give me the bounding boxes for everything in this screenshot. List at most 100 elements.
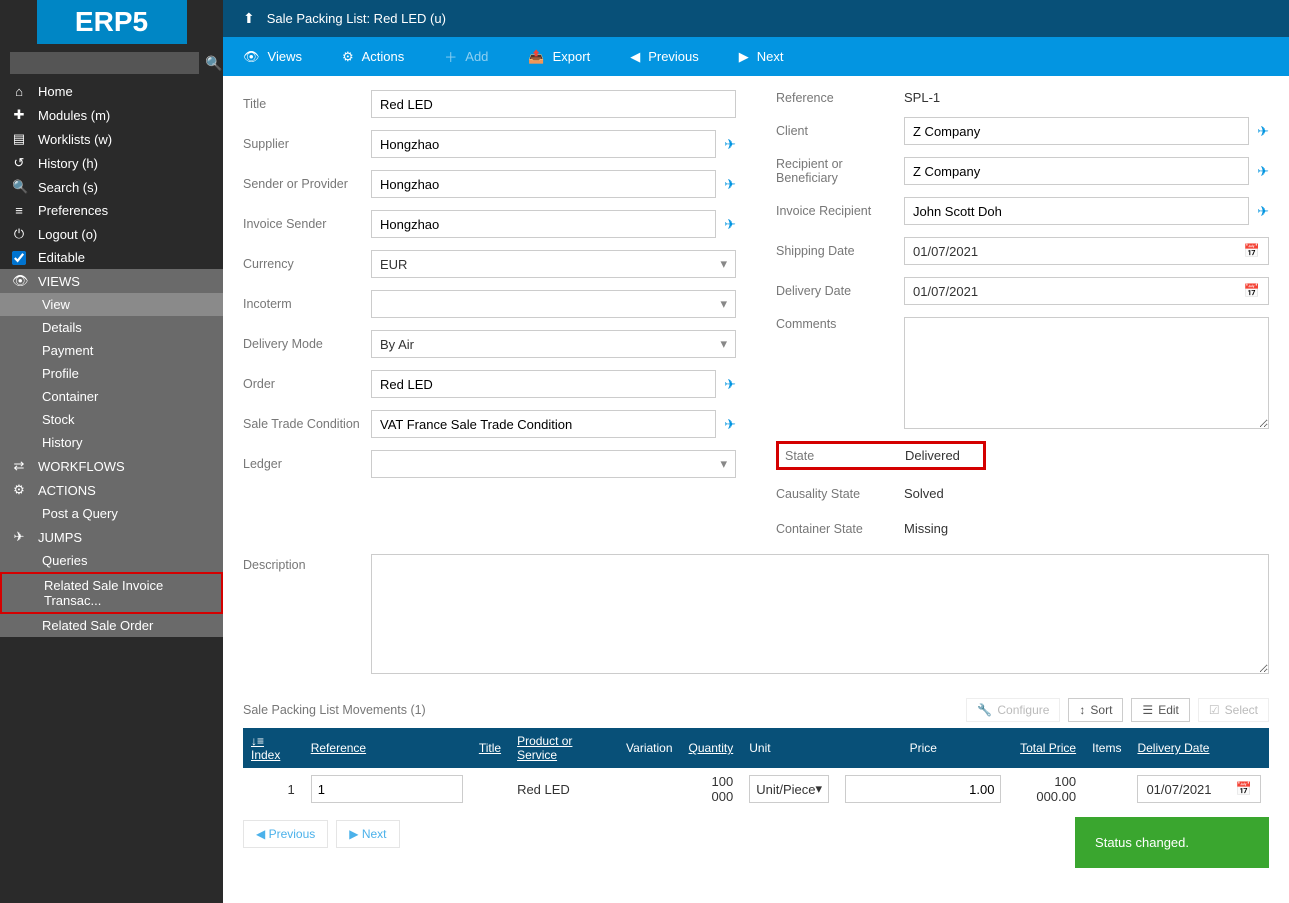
menu-add[interactable]: ＋Add xyxy=(424,37,508,76)
pager-next[interactable]: ▶ Next xyxy=(336,820,399,848)
title-field[interactable] xyxy=(371,90,736,118)
plane-icon[interactable]: ✈ xyxy=(724,416,736,433)
calendar-icon: 📅 xyxy=(1244,283,1260,299)
invoice-recipient-label: Invoice Recipient xyxy=(776,204,896,218)
invoice-recipient-field[interactable] xyxy=(904,197,1249,225)
jump-related-order[interactable]: Related Sale Order xyxy=(0,614,223,637)
menu-actions[interactable]: ⚙Actions xyxy=(322,37,424,76)
cell-delivery-date[interactable]: 01/07/2021📅 xyxy=(1137,775,1261,803)
invoice-sender-label: Invoice Sender xyxy=(243,217,363,231)
recipient-field[interactable] xyxy=(904,157,1249,185)
plane-icon[interactable]: ✈ xyxy=(1257,203,1269,220)
titlebar: ⬆ Sale Packing List: Red LED (u) xyxy=(223,0,1289,37)
trade-condition-label: Sale Trade Condition xyxy=(243,417,363,431)
eye-icon: 👁 xyxy=(243,49,260,65)
col-product[interactable]: Product or Service xyxy=(509,728,618,768)
jump-queries[interactable]: Queries xyxy=(0,549,223,572)
delivery-date-field[interactable]: 01/07/2021📅 xyxy=(904,277,1269,305)
order-label: Order xyxy=(243,377,363,391)
cell-price-input[interactable] xyxy=(845,775,1001,803)
container-state-value: Missing xyxy=(904,521,948,536)
history-icon: ↺ xyxy=(12,155,26,171)
incoterm-label: Incoterm xyxy=(243,297,363,311)
chevron-right-icon: ▶ xyxy=(739,49,749,65)
main: ⬆ Sale Packing List: Red LED (u) 👁Views … xyxy=(223,0,1289,903)
description-field[interactable] xyxy=(371,554,1269,674)
nav-logout[interactable]: ⏻Logout (o) xyxy=(0,222,223,246)
nav-preferences[interactable]: ≡Preferences xyxy=(0,199,223,222)
action-post-query[interactable]: Post a Query xyxy=(0,502,223,525)
sliders-icon: ≡ xyxy=(12,203,26,218)
nav-editable[interactable]: Editable xyxy=(0,246,223,269)
view-details[interactable]: Details xyxy=(0,316,223,339)
plane-icon[interactable]: ✈ xyxy=(724,136,736,153)
up-icon[interactable]: ⬆ xyxy=(243,10,255,27)
gears-icon: ⚙ xyxy=(342,49,354,65)
nav-search[interactable]: 🔍Search (s) xyxy=(0,175,223,199)
select-button[interactable]: ☑Select xyxy=(1198,698,1269,722)
plane-icon[interactable]: ✈ xyxy=(1257,123,1269,140)
cell-unit-select[interactable]: Unit/Piece▾ xyxy=(749,775,829,803)
menu-export[interactable]: 📤Export xyxy=(508,37,610,76)
order-field[interactable] xyxy=(371,370,716,398)
actions-header: ⚙ACTIONS xyxy=(0,478,223,502)
col-quantity[interactable]: Quantity xyxy=(681,728,742,768)
supplier-field[interactable] xyxy=(371,130,716,158)
sort-button[interactable]: ↕Sort xyxy=(1068,698,1123,722)
view-history[interactable]: History xyxy=(0,431,223,454)
reference-value: SPL-1 xyxy=(904,90,1269,105)
col-index[interactable]: ↓≡ Index xyxy=(243,728,303,768)
cell-reference-input[interactable] xyxy=(311,775,463,803)
pager-previous[interactable]: ◀ Previous xyxy=(243,820,328,848)
search-input[interactable] xyxy=(10,52,199,74)
comments-field[interactable] xyxy=(904,317,1269,429)
col-total-price[interactable]: Total Price xyxy=(1009,728,1084,768)
chevron-left-icon: ◀ xyxy=(256,827,265,841)
menu-previous[interactable]: ◀Previous xyxy=(610,37,719,76)
col-reference[interactable]: Reference xyxy=(303,728,471,768)
col-items: Items xyxy=(1084,728,1129,768)
causality-value: Solved xyxy=(904,486,944,501)
plane-icon[interactable]: ✈ xyxy=(724,216,736,233)
ledger-select[interactable] xyxy=(371,450,736,478)
cell-items xyxy=(1084,768,1129,810)
trade-condition-field[interactable] xyxy=(371,410,716,438)
title-label: Title xyxy=(243,97,363,111)
invoice-sender-field[interactable] xyxy=(371,210,716,238)
view-stock[interactable]: Stock xyxy=(0,408,223,431)
editable-checkbox[interactable] xyxy=(12,251,26,265)
col-title[interactable]: Title xyxy=(471,728,509,768)
reference-label: Reference xyxy=(776,91,896,105)
client-field[interactable] xyxy=(904,117,1249,145)
nav-home-label: Home xyxy=(38,84,73,99)
incoterm-select[interactable] xyxy=(371,290,736,318)
menu-views[interactable]: 👁Views xyxy=(223,37,322,76)
configure-button[interactable]: 🔧Configure xyxy=(966,698,1060,722)
search-icon: 🔍 xyxy=(12,179,26,195)
plane-icon[interactable]: ✈ xyxy=(724,176,736,193)
plane-icon[interactable]: ✈ xyxy=(724,376,736,393)
nav-modules[interactable]: ✚Modules (m) xyxy=(0,103,223,127)
shipping-date-field[interactable]: 01/07/2021📅 xyxy=(904,237,1269,265)
view-profile[interactable]: Profile xyxy=(0,362,223,385)
currency-select[interactable]: EUR xyxy=(371,250,736,278)
plane-icon[interactable]: ✈ xyxy=(1257,163,1269,180)
col-unit: Unit xyxy=(741,728,837,768)
nav-worklists-label: Worklists (w) xyxy=(38,132,112,147)
edit-button[interactable]: ☰Edit xyxy=(1131,698,1189,722)
cell-title xyxy=(471,768,509,810)
nav-home[interactable]: ⌂ Home xyxy=(0,80,223,103)
sender-field[interactable] xyxy=(371,170,716,198)
menu-next[interactable]: ▶Next xyxy=(719,37,804,76)
nav-history[interactable]: ↺History (h) xyxy=(0,151,223,175)
chevron-right-icon: ▶ xyxy=(349,827,358,841)
view-container[interactable]: Container xyxy=(0,385,223,408)
jump-related-invoice[interactable]: Related Sale Invoice Transac... xyxy=(0,572,223,614)
view-view[interactable]: View xyxy=(0,293,223,316)
puzzle-icon: ✚ xyxy=(12,107,26,123)
col-delivery-date[interactable]: Delivery Date xyxy=(1129,728,1269,768)
view-payment[interactable]: Payment xyxy=(0,339,223,362)
nav-worklists[interactable]: ▤Worklists (w) xyxy=(0,127,223,151)
home-icon: ⌂ xyxy=(12,84,26,99)
delivery-mode-select[interactable]: By Air xyxy=(371,330,736,358)
